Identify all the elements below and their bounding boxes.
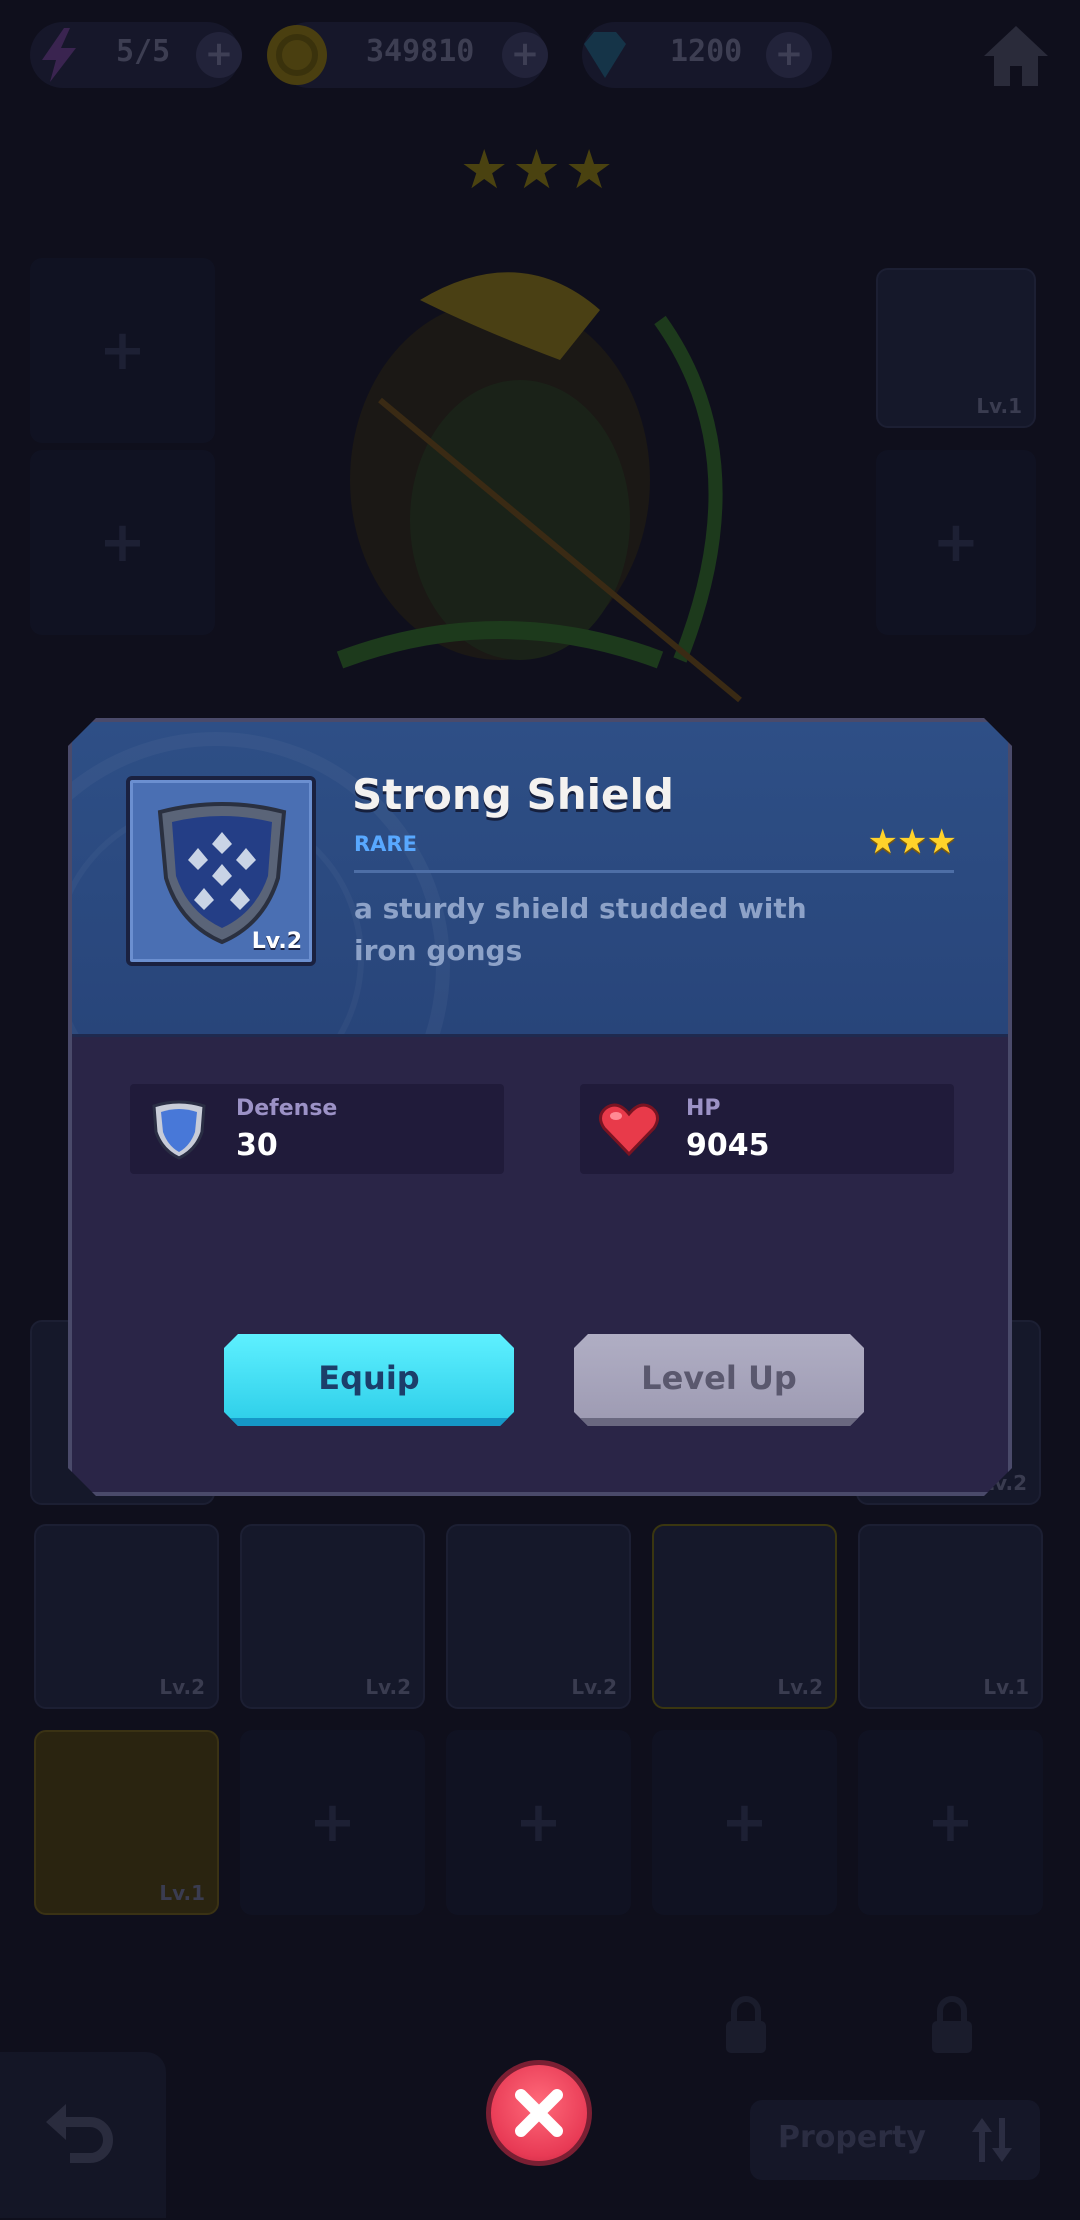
stat-defense: Defense 30 xyxy=(130,1084,504,1174)
close-button[interactable] xyxy=(486,2060,592,2166)
energy-value: 5/5 xyxy=(116,34,171,69)
item-detail-dialog: Lv.2 Strong Shield RARE ★★★ a sturdy shi… xyxy=(68,718,1012,1496)
gem-icon xyxy=(584,32,626,78)
inventory-item-bomb[interactable]: Lv.2 xyxy=(240,1524,425,1709)
inventory-empty-slot[interactable] xyxy=(652,1730,837,1915)
inventory-item-hammer[interactable]: Lv.2 xyxy=(34,1524,219,1709)
inventory-empty-slot[interactable] xyxy=(240,1730,425,1915)
shield-icon xyxy=(146,1096,212,1162)
item-name: Strong Shield xyxy=(352,770,674,819)
equip-slot-weapon[interactable] xyxy=(30,258,215,443)
item-header: Lv.2 Strong Shield RARE ★★★ a sturdy shi… xyxy=(72,722,1008,1037)
header-divider xyxy=(354,870,954,873)
equip-slot-ring[interactable] xyxy=(876,450,1036,635)
stat-value: 30 xyxy=(236,1128,278,1163)
star-icon: ★ xyxy=(867,822,898,862)
stat-label: Defense xyxy=(236,1096,338,1121)
lock-icon xyxy=(932,1996,972,2053)
item-level: Lv.2 xyxy=(251,929,302,954)
stat-hp: HP 9045 xyxy=(580,1084,954,1174)
hero-stars: ★★★ xyxy=(460,138,618,201)
inventory-empty-slot[interactable] xyxy=(446,1730,631,1915)
item-rarity: RARE xyxy=(354,832,417,856)
strong-shield-icon xyxy=(152,798,292,948)
stat-value: 9045 xyxy=(686,1128,770,1163)
inventory-item-key[interactable]: Lv.1 xyxy=(34,1730,219,1915)
equip-slot-armor[interactable] xyxy=(30,450,215,635)
level-up-button[interactable]: Level Up xyxy=(574,1334,864,1426)
equip-slot-helmet[interactable]: Lv.1 xyxy=(876,268,1036,428)
item-portrait: Lv.2 xyxy=(126,776,316,966)
inventory-item-helmet-equipped[interactable]: Lv.2 xyxy=(652,1524,837,1709)
inventory-empty-slot[interactable] xyxy=(858,1730,1043,1915)
add-gems-button[interactable]: + xyxy=(766,32,812,78)
home-icon[interactable] xyxy=(980,20,1052,92)
gem-value: 1200 xyxy=(670,34,743,69)
item-star-rating: ★★★ xyxy=(868,822,956,862)
item-description: a sturdy shield studded with iron gongs xyxy=(354,892,807,967)
close-icon xyxy=(515,2089,563,2137)
back-button[interactable] xyxy=(0,2052,166,2218)
resource-bar: 5/5 + 349810 + 1200 + xyxy=(0,0,1080,110)
inventory-item-potion[interactable]: Lv.2 xyxy=(446,1524,631,1709)
add-coins-button[interactable]: + xyxy=(502,32,548,78)
inventory-item-bow[interactable]: Lv.1 xyxy=(858,1524,1043,1709)
heart-icon xyxy=(596,1096,662,1162)
lock-icon xyxy=(726,1996,766,2053)
equip-button[interactable]: Equip xyxy=(224,1334,514,1426)
stat-label: HP xyxy=(686,1096,721,1121)
star-icon: ★ xyxy=(897,822,927,862)
sort-arrows-icon xyxy=(972,2118,1012,2162)
undo-arrow-icon xyxy=(46,2104,113,2163)
star-icon: ★ xyxy=(926,822,956,862)
coin-value: 349810 xyxy=(366,34,475,69)
coin-icon xyxy=(267,25,327,85)
add-energy-button[interactable]: + xyxy=(196,32,242,78)
property-button[interactable]: Property xyxy=(750,2100,1040,2180)
hero-character xyxy=(336,272,742,703)
energy-icon xyxy=(42,28,76,82)
